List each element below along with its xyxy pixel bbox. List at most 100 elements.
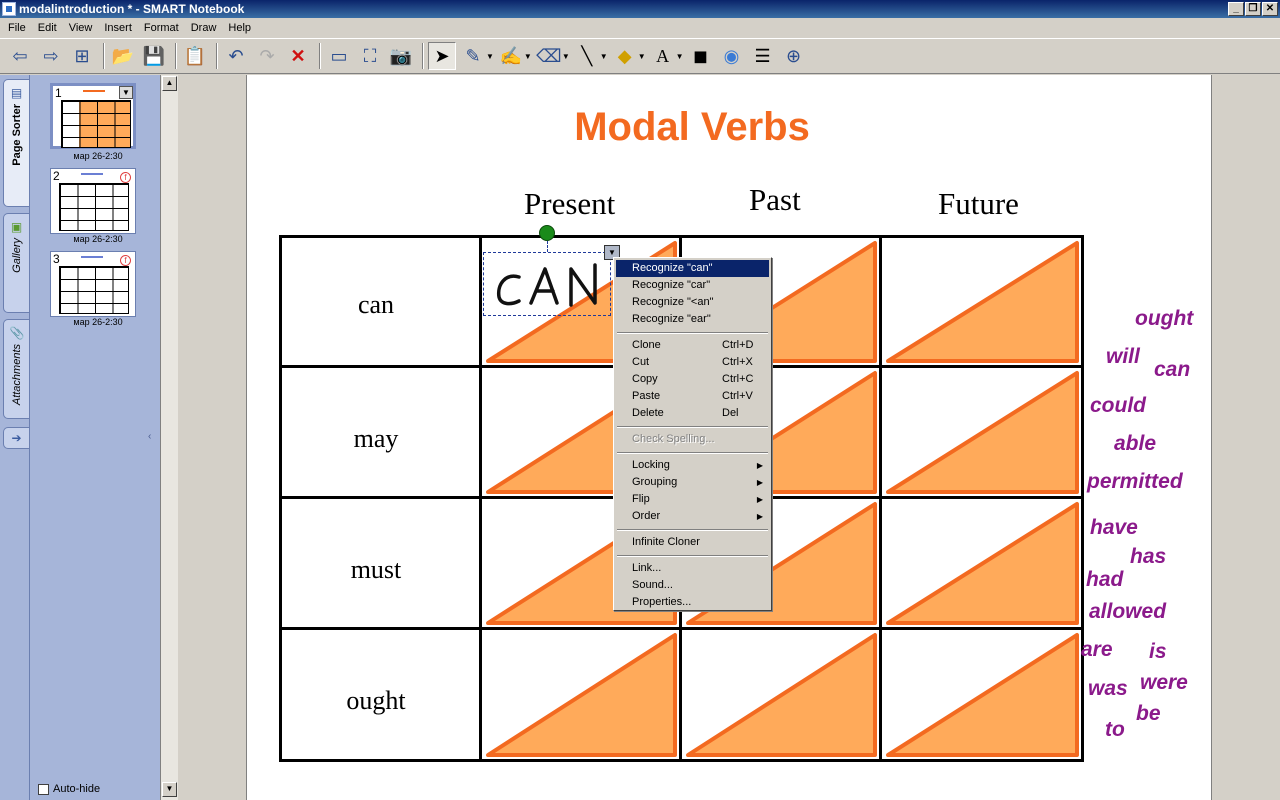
word-have[interactable]: have xyxy=(1090,516,1138,540)
more-tools-icon[interactable]: ⊕ xyxy=(780,42,808,70)
column-header-past[interactable]: Past xyxy=(749,182,801,218)
menu-item-clone[interactable]: Clone Ctrl+D xyxy=(616,337,769,354)
word-ought[interactable]: ought xyxy=(1135,307,1193,331)
tab-page-sorter[interactable]: ▤ Page Sorter xyxy=(3,79,29,207)
menu-item-paste[interactable]: Paste Ctrl+V xyxy=(616,388,769,405)
menu-help[interactable]: Help xyxy=(222,22,257,34)
word-is[interactable]: is xyxy=(1149,640,1167,664)
checkbox-box[interactable] xyxy=(38,783,49,795)
menu-item-cut[interactable]: Cut Ctrl+X xyxy=(616,354,769,371)
menu-item-flip[interactable]: Flip ▶ xyxy=(616,491,769,508)
page-thumbnail-1[interactable]: 1 ▼ xyxy=(50,83,136,149)
word-had[interactable]: had xyxy=(1086,568,1123,592)
table-cell[interactable] xyxy=(879,235,1084,368)
word-was[interactable]: was xyxy=(1088,677,1128,701)
capture-camera-icon[interactable]: 📷 xyxy=(387,42,415,70)
line-icon[interactable]: ╲ xyxy=(573,42,601,70)
orange-triangle-cover[interactable] xyxy=(482,630,679,759)
minimize-button[interactable]: _ xyxy=(1228,2,1244,16)
table-cell[interactable] xyxy=(879,627,1084,762)
undo-icon[interactable]: ↶ xyxy=(222,42,250,70)
orange-triangle-cover[interactable] xyxy=(882,499,1081,627)
menu-item-sound[interactable]: Sound... xyxy=(616,577,769,594)
menu-item-recognize-can[interactable]: Recognize "can" xyxy=(616,260,769,277)
menu-item-recognize-ear[interactable]: Recognize "ear" xyxy=(616,311,769,328)
redo-icon[interactable]: ↷ xyxy=(253,42,281,70)
menu-item-recognize-an[interactable]: Recognize "<an" xyxy=(616,294,769,311)
word-were[interactable]: were xyxy=(1140,671,1188,695)
save-icon[interactable]: 💾 xyxy=(140,42,168,70)
menu-draw[interactable]: Draw xyxy=(185,22,223,34)
chevron-down-icon[interactable]: ▼ xyxy=(562,52,570,61)
word-can[interactable]: can xyxy=(1154,358,1190,382)
add-page-icon[interactable]: ⊞ xyxy=(68,42,96,70)
previous-page-icon[interactable]: ⇦ xyxy=(6,42,34,70)
creative-pen-icon[interactable]: ✍ xyxy=(497,42,525,70)
collapse-arrow-icon[interactable]: ‹ xyxy=(148,431,151,442)
selection-box[interactable] xyxy=(483,252,611,316)
row-label-ought[interactable]: ought xyxy=(276,686,476,716)
orange-triangle-cover[interactable] xyxy=(682,630,879,759)
triangle-shape[interactable] xyxy=(886,633,1079,757)
word-allowed[interactable]: allowed xyxy=(1089,600,1166,624)
menu-format[interactable]: Format xyxy=(138,22,185,34)
triangle-shape[interactable] xyxy=(886,502,1079,625)
chevron-down-icon[interactable]: ▼ xyxy=(486,52,494,61)
scroll-down-icon[interactable]: ▼ xyxy=(162,782,177,797)
auto-hide-checkbox[interactable]: Auto-hide xyxy=(38,783,100,795)
triangle-shape[interactable] xyxy=(686,633,877,757)
word-will[interactable]: will xyxy=(1106,345,1140,369)
word-to[interactable]: to xyxy=(1105,718,1125,742)
menu-view[interactable]: View xyxy=(63,22,99,34)
paste-icon[interactable]: 📋 xyxy=(181,42,209,70)
table-cell[interactable] xyxy=(679,627,882,762)
triangle-shape[interactable] xyxy=(886,371,1079,494)
menu-insert[interactable]: Insert xyxy=(98,22,138,34)
word-permitted[interactable]: permitted xyxy=(1087,470,1183,494)
triangle-shape[interactable] xyxy=(486,633,677,757)
orange-triangle-cover[interactable] xyxy=(882,368,1081,496)
delete-icon[interactable]: ✕ xyxy=(284,42,312,70)
menu-item-delete[interactable]: Delete Del xyxy=(616,405,769,422)
select-arrow-icon[interactable]: ➤ xyxy=(428,42,456,70)
chevron-down-icon[interactable]: ▼ xyxy=(600,52,608,61)
chevron-down-icon[interactable]: ▼ xyxy=(524,52,532,61)
full-screen-icon[interactable]: ⛶ xyxy=(356,42,384,70)
word-able[interactable]: able xyxy=(1114,432,1156,456)
close-button[interactable]: ✕ xyxy=(1262,2,1278,16)
page-thumbnail-3[interactable]: 3 f xyxy=(50,251,136,317)
row-label-can[interactable]: can xyxy=(276,290,476,320)
row-label-must[interactable]: must xyxy=(276,555,476,585)
word-could[interactable]: could xyxy=(1090,394,1146,418)
pen-icon[interactable]: ✎ xyxy=(459,42,487,70)
table-cell[interactable] xyxy=(479,627,682,762)
table-cell[interactable] xyxy=(879,496,1084,630)
sorter-scrollbar[interactable]: ▲ ▼ xyxy=(160,75,178,800)
word-are[interactable]: are xyxy=(1081,638,1113,662)
table-row-header-cell[interactable]: ought xyxy=(279,627,482,762)
menu-item-locking[interactable]: Locking ▶ xyxy=(616,457,769,474)
table-row-header-cell[interactable]: can xyxy=(279,235,482,368)
shapes-icon[interactable]: ◆ xyxy=(611,42,639,70)
chevron-down-icon[interactable]: ▼ xyxy=(676,52,684,61)
word-be[interactable]: be xyxy=(1136,702,1161,726)
orange-triangle-cover[interactable] xyxy=(882,630,1081,759)
triangle-shape[interactable] xyxy=(886,241,1079,363)
menu-item-infinite-cloner[interactable]: Infinite Cloner xyxy=(616,534,769,551)
menu-item-grouping[interactable]: Grouping ▶ xyxy=(616,474,769,491)
table-row-header-cell[interactable]: may xyxy=(279,365,482,499)
table-cell[interactable] xyxy=(879,365,1084,499)
next-page-icon[interactable]: ⇨ xyxy=(37,42,65,70)
menu-item-recognize-car[interactable]: Recognize "car" xyxy=(616,277,769,294)
text-icon[interactable]: A xyxy=(649,42,677,70)
open-folder-icon[interactable]: 📂 xyxy=(109,42,137,70)
chevron-down-icon[interactable]: ▼ xyxy=(638,52,646,61)
eraser-icon[interactable]: ⌫ xyxy=(535,42,563,70)
page-thumbnail-2[interactable]: 2 f xyxy=(50,168,136,234)
menu-item-copy[interactable]: Copy Ctrl+C xyxy=(616,371,769,388)
tab-attachments[interactable]: 📎 Attachments xyxy=(3,319,29,419)
menu-item-link[interactable]: Link... xyxy=(616,560,769,577)
slide-title[interactable]: Modal Verbs xyxy=(247,105,1137,150)
column-header-future[interactable]: Future xyxy=(938,186,1019,222)
scroll-up-icon[interactable]: ▲ xyxy=(162,76,177,91)
